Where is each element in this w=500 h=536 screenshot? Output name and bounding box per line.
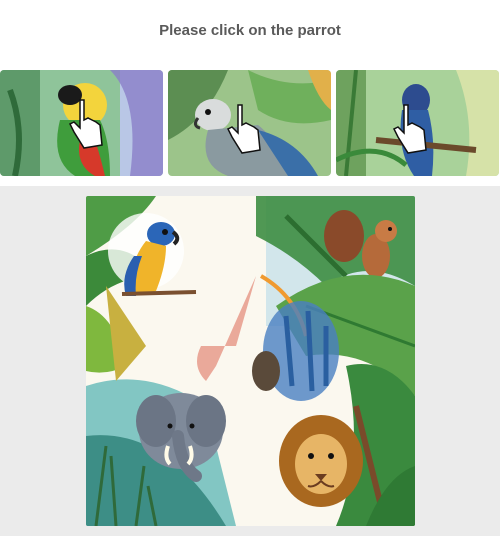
challenge-panel — [0, 186, 500, 536]
example-thumbnail-3 — [336, 70, 499, 176]
example-thumbnail-2 — [168, 70, 331, 176]
challenge-prompt: Please click on the parrot — [159, 22, 341, 39]
example-thumbnail-1 — [0, 70, 163, 176]
challenge-scene-image[interactable] — [86, 196, 415, 526]
